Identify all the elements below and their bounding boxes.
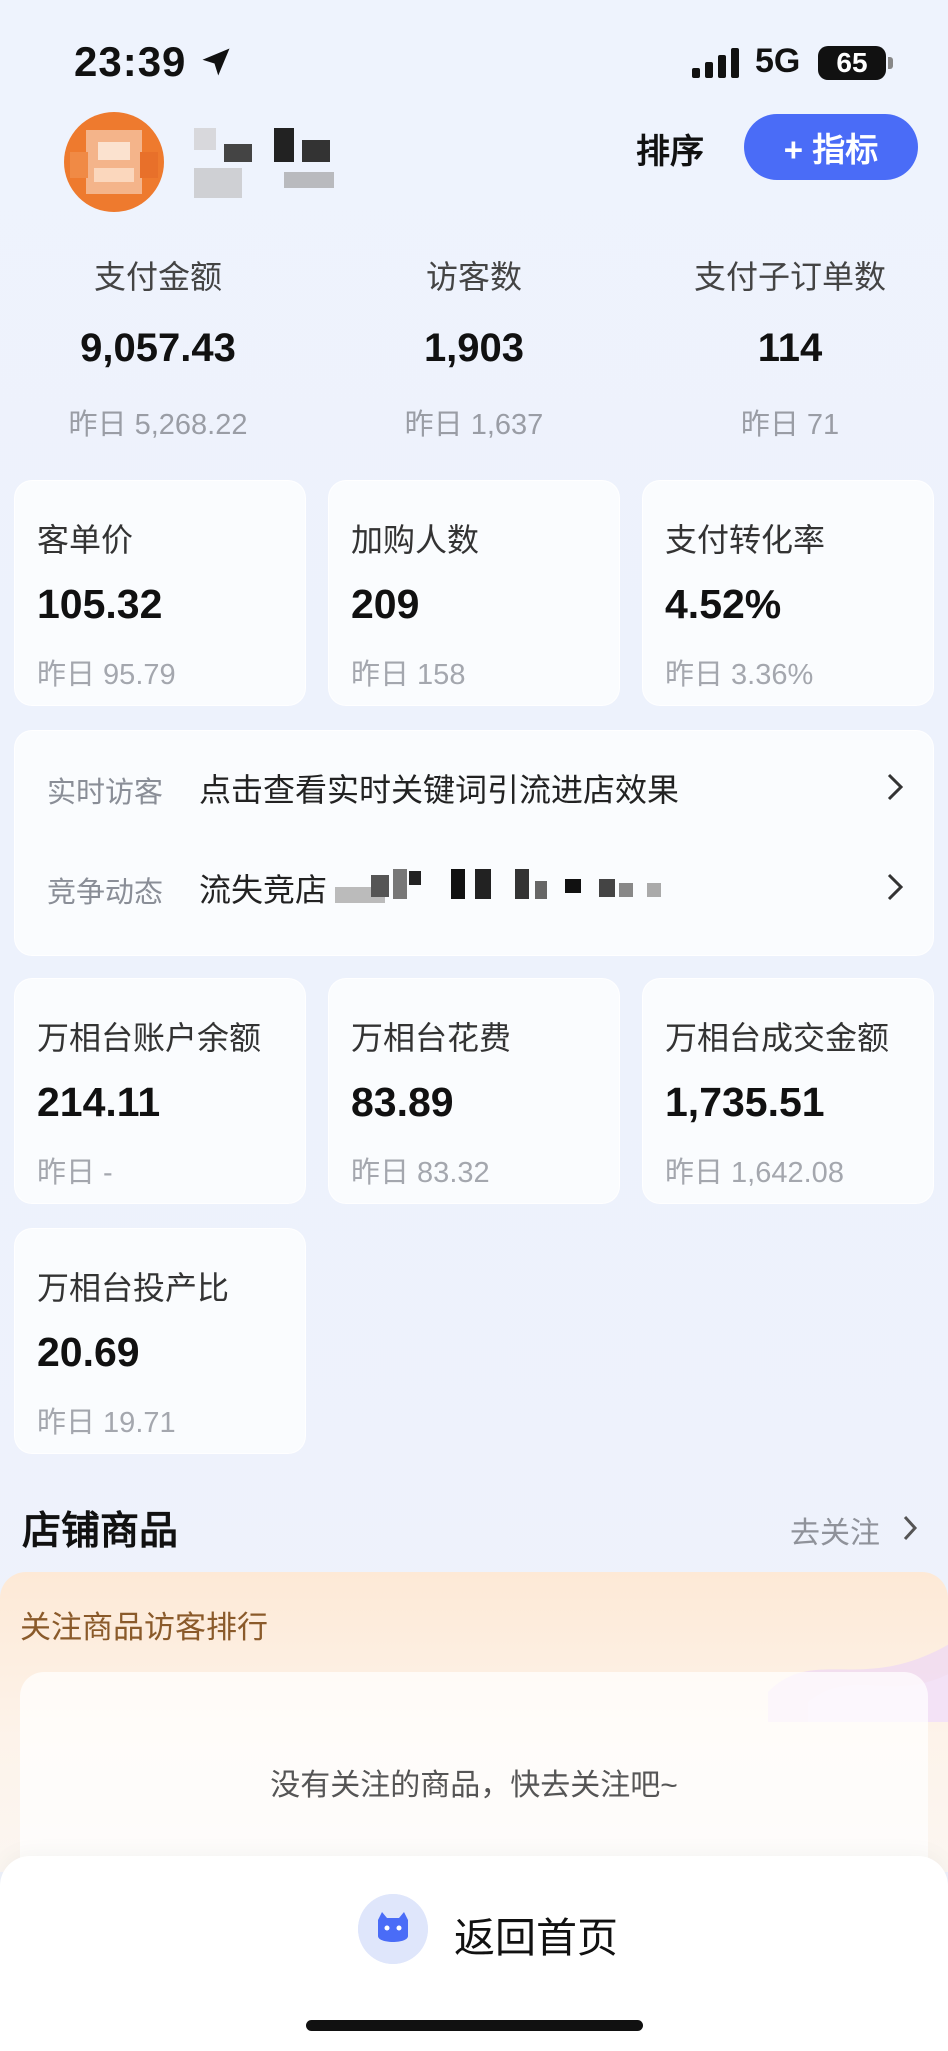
back-home-label: 返回首页: [454, 1915, 618, 1961]
metric-card-label: 万相台账户余额: [37, 1020, 262, 1056]
metric-sub-orders[interactable]: 支付子订单数 114 昨日 71: [632, 252, 948, 443]
metric-visitors[interactable]: 访客数 1,903 昨日 1,637: [316, 252, 632, 443]
followed-products-box: 没有关注的商品，快去关注吧~: [20, 1672, 928, 1872]
metric-card-label: 加购人数: [351, 522, 480, 558]
metric-card-value: 4.52%: [665, 581, 782, 627]
status-bar: 23:39 5G 65: [0, 0, 948, 120]
metric-card-prev: 昨日 1,642.08: [665, 1157, 844, 1189]
metric-prev: 昨日 71: [740, 409, 840, 441]
metric-card-label: 万相台投产比: [37, 1270, 230, 1306]
competition-tag: 竞争动态: [47, 877, 164, 909]
info-card: 实时访客 点击查看实时关键词引流进店效果 竞争动态 流失竞店: [14, 730, 934, 956]
metric-card-prev: 昨日 3.36%: [665, 659, 814, 691]
back-home-button[interactable]: 返回首页: [340, 1876, 620, 1986]
followed-products-title: 关注商品访客排行: [20, 1610, 268, 1645]
metric-label: 支付子订单数: [693, 259, 886, 295]
status-time: 23:39: [74, 38, 187, 85]
metric-card-wxt-gmv[interactable]: 万相台成交金额 1,735.51 昨日 1,642.08: [642, 978, 934, 1204]
shop-avatar[interactable]: [64, 112, 164, 212]
competition-row[interactable]: 竞争动态 流失竞店: [15, 839, 935, 939]
metric-card-prev: 昨日 -: [37, 1157, 113, 1189]
metric-card-wxt-roi[interactable]: 万相台投产比 20.69 昨日 19.71: [14, 1228, 306, 1454]
metric-card-prev: 昨日 83.32: [351, 1157, 490, 1189]
metric-card-value: 83.89: [351, 1079, 454, 1125]
realtime-text: 点击查看实时关键词引流进店效果: [199, 772, 680, 808]
metric-card-prev: 昨日 95.79: [37, 659, 176, 691]
metric-value: 1,903: [423, 326, 525, 370]
metric-payment-amount[interactable]: 支付金额 9,057.43 昨日 5,268.22: [0, 252, 316, 443]
add-metric-button[interactable]: + 指标: [744, 114, 918, 180]
network-type: 5G: [755, 42, 801, 80]
metric-card-label: 客单价: [37, 522, 134, 558]
signal-icon: [692, 48, 739, 78]
metric-card-value: 1,735.51: [665, 1079, 825, 1125]
shop-name-redacted: [194, 128, 344, 198]
realtime-tag: 实时访客: [47, 777, 164, 809]
header: 排序 + 指标: [0, 110, 948, 230]
metric-prev: 昨日 1,637: [404, 409, 544, 441]
metric-card-conversion[interactable]: 支付转化率 4.52% 昨日 3.36%: [642, 480, 934, 706]
mascot-icon: [358, 1894, 428, 1964]
top-metrics: 支付金额 9,057.43 昨日 5,268.22 访客数 1,903 昨日 1…: [0, 252, 948, 442]
home-indicator: [306, 2020, 643, 2031]
sort-button[interactable]: 排序: [636, 124, 704, 173]
competition-text: 流失竞店: [199, 872, 328, 908]
metric-label: 访客数: [425, 259, 522, 295]
go-follow-link[interactable]: 去关注: [790, 1508, 880, 1552]
metric-card-wxt-spend[interactable]: 万相台花费 83.89 昨日 83.32: [328, 978, 620, 1204]
chevron-right-icon: [887, 773, 904, 801]
metric-card-avg-order[interactable]: 客单价 105.32 昨日 95.79: [14, 480, 306, 706]
metric-card-value: 20.69: [37, 1329, 140, 1375]
empty-state-text: 没有关注的商品，快去关注吧~: [270, 1769, 678, 1802]
metric-card-value: 105.32: [37, 581, 163, 627]
metric-card-value: 214.11: [37, 1079, 161, 1125]
battery-icon: 65: [818, 46, 893, 80]
section-title-shop-products: 店铺商品: [22, 1510, 179, 1553]
battery-level: 65: [836, 47, 868, 78]
realtime-visitors-row[interactable]: 实时访客 点击查看实时关键词引流进店效果: [15, 739, 935, 839]
metric-card-prev: 昨日 158: [351, 659, 466, 691]
metric-card-label: 支付转化率: [665, 522, 826, 558]
chevron-right-icon: [903, 1515, 918, 1541]
bottom-bar: 返回首页: [0, 1856, 948, 2051]
metric-card-prev: 昨日 19.71: [37, 1407, 176, 1439]
metric-card-wxt-balance[interactable]: 万相台账户余额 214.11 昨日 -: [14, 978, 306, 1204]
metric-card-label: 万相台花费: [351, 1020, 512, 1056]
metric-value: 9,057.43: [80, 326, 236, 370]
metric-value: 114: [757, 326, 823, 370]
followed-products-panel: 关注商品访客排行 没有关注的商品，快去关注吧~: [0, 1572, 948, 1872]
metric-card-add-cart[interactable]: 加购人数 209 昨日 158: [328, 480, 620, 706]
chevron-right-icon: [887, 873, 904, 901]
location-arrow-icon: [202, 48, 230, 76]
metric-prev: 昨日 5,268.22: [68, 409, 248, 441]
metric-label: 支付金额: [93, 259, 222, 295]
metric-card-value: 209: [351, 581, 420, 627]
metric-card-label: 万相台成交金额: [665, 1020, 890, 1056]
